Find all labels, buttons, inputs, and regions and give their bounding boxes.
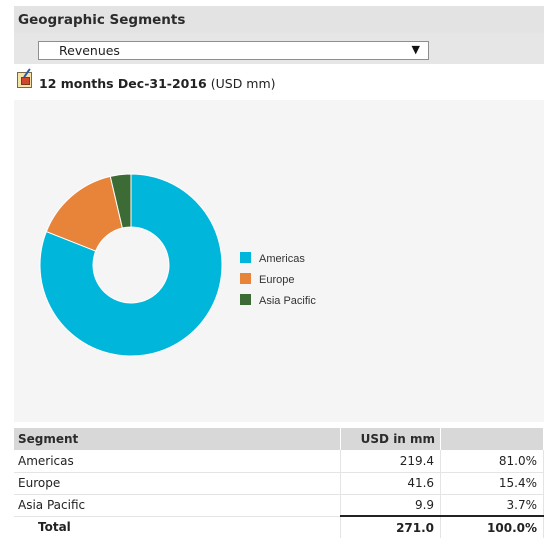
legend-swatch <box>240 252 251 263</box>
total-pct: 100.0% <box>440 515 544 538</box>
dropdown-bar: Revenues ▼ <box>14 33 544 64</box>
segment-column-header: Segment <box>14 428 342 450</box>
legend-label: Asia Pacific <box>259 295 316 307</box>
export-icon[interactable] <box>17 72 32 88</box>
total-label: Total <box>14 516 342 538</box>
table-row: Americas 219.4 81.0% <box>14 450 544 473</box>
legend-swatch <box>240 294 251 305</box>
metric-select[interactable]: Revenues ▼ <box>38 41 429 60</box>
segment-name: Europe <box>14 472 342 495</box>
segment-value: 9.9 <box>340 494 442 517</box>
panel-title: Geographic Segments <box>14 6 544 33</box>
chart-area: Americas Europe Asia Pacific <box>14 100 544 422</box>
segment-pct: 3.7% <box>440 494 544 517</box>
segments-table: Segment USD in mm Americas 219.4 81.0% E… <box>14 428 544 538</box>
chevron-down-icon: ▼ <box>411 43 420 56</box>
table-row: Asia Pacific 9.9 3.7% <box>14 494 544 517</box>
donut-chart: Americas Europe Asia Pacific <box>39 173 316 357</box>
pct-column-header <box>440 428 544 450</box>
legend-label: Americas <box>259 253 305 265</box>
segment-name: Asia Pacific <box>14 494 342 517</box>
segment-value: 41.6 <box>340 472 442 495</box>
period-range: 12 months Dec-31-2016 <box>39 76 207 91</box>
total-value: 271.0 <box>340 515 442 538</box>
legend-swatch <box>240 273 251 284</box>
metric-select-value: Revenues <box>59 43 120 58</box>
value-column-header: USD in mm <box>340 428 442 450</box>
period-text: 12 months Dec-31-2016 (USD mm) <box>39 76 276 91</box>
total-row: Total 271.0 100.0% <box>14 515 544 538</box>
table-row: Europe 41.6 15.4% <box>14 472 544 495</box>
segment-pct: 15.4% <box>440 472 544 495</box>
table-header-row: Segment USD in mm <box>14 428 544 450</box>
period-units: (USD mm) <box>210 76 276 91</box>
segment-name: Americas <box>14 450 342 473</box>
segment-pct: 81.0% <box>440 450 544 473</box>
geographic-segments-panel: Geographic Segments Revenues ▼ 12 months… <box>14 6 544 538</box>
legend-label: Europe <box>259 274 294 286</box>
segment-value: 219.4 <box>340 450 442 473</box>
